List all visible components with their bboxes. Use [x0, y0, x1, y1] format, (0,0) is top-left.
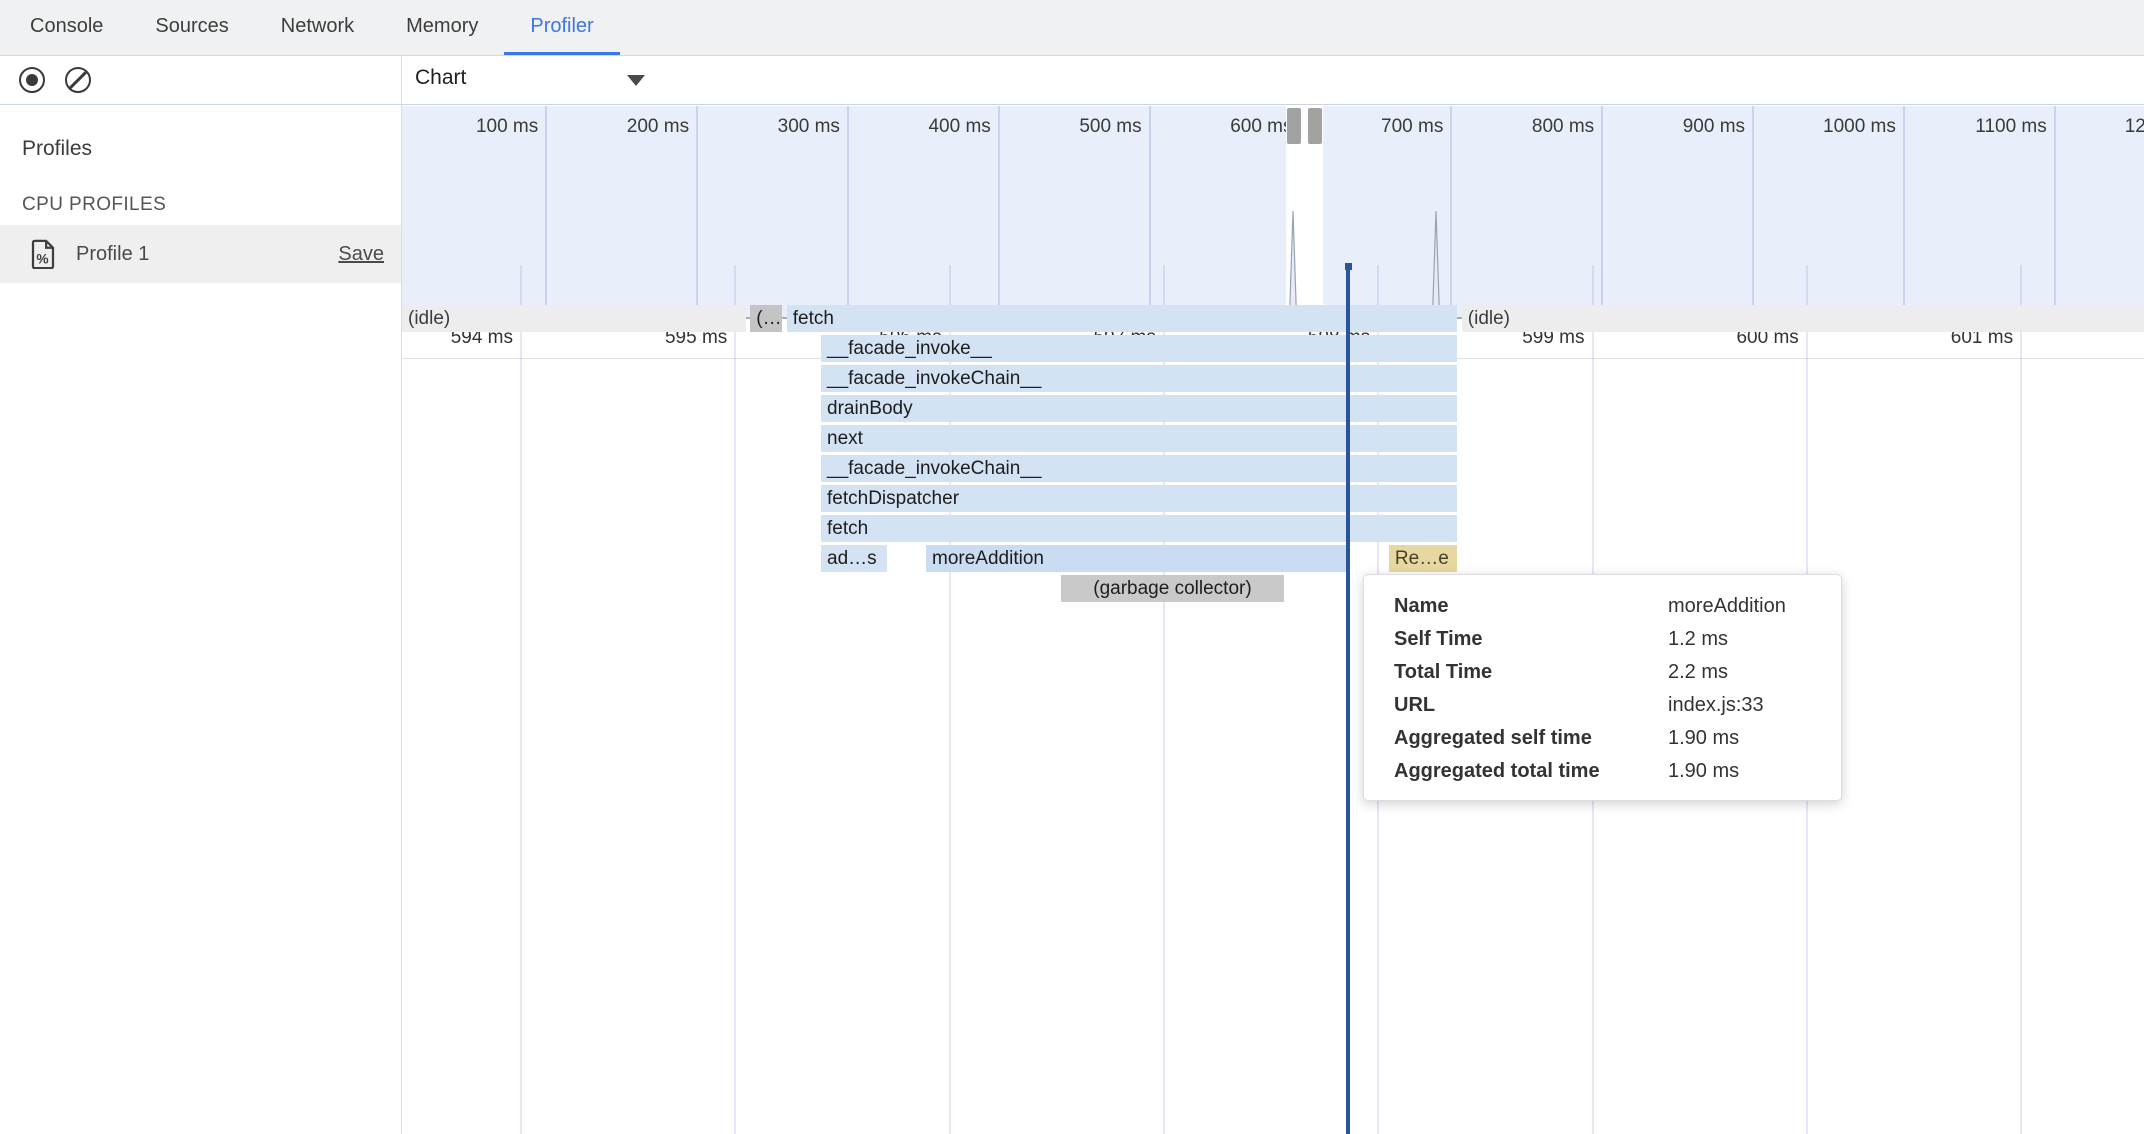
tooltip-label: URL — [1394, 694, 1668, 717]
flame-bar--garbage-collector-[interactable]: (garbage collector) — [1061, 575, 1284, 602]
flame-bar-drainbody[interactable]: drainBody — [821, 395, 1457, 422]
tooltip-row: NamemoreAddition — [1364, 590, 1841, 623]
tooltip-value: 2.2 ms — [1668, 661, 1728, 684]
flame-gridline — [520, 265, 522, 1134]
tooltip-value: 1.90 ms — [1668, 760, 1739, 783]
tooltip-value: 1.90 ms — [1668, 727, 1739, 750]
tooltip-row: Self Time1.2 ms — [1364, 623, 1841, 656]
profile-list-item[interactable]: % Profile 1 Save — [0, 225, 401, 283]
tooltip-row: Aggregated total time1.90 ms — [1364, 755, 1841, 788]
tab-network[interactable]: Network — [255, 0, 380, 55]
flame-bar--idle-[interactable]: (idle) — [1462, 305, 2144, 332]
tooltip-label: Aggregated total time — [1394, 760, 1668, 783]
tab-bar: ConsoleSourcesNetworkMemoryProfiler — [0, 0, 2144, 56]
record-profile-icon[interactable] — [19, 67, 45, 93]
svg-text:%: % — [36, 251, 48, 266]
flame-bar-fetch[interactable]: fetch — [821, 515, 1457, 542]
tab-memory[interactable]: Memory — [380, 0, 504, 55]
flame-gridline — [2020, 265, 2022, 1134]
flame-bar--[interactable]: (… — [750, 305, 782, 332]
tooltip-row: Aggregated self time1.90 ms — [1364, 722, 1841, 755]
flame-gridline — [734, 265, 736, 1134]
flame-bar--facade-invoke-[interactable]: __facade_invoke__ — [821, 335, 1457, 362]
tooltip-value: index.js:33 — [1668, 694, 1764, 717]
flame-bar-re-e[interactable]: Re…e — [1389, 545, 1458, 572]
tooltip-value: 1.2 ms — [1668, 628, 1728, 651]
profile-name: Profile 1 — [76, 243, 338, 266]
flame-bar--idle-[interactable]: (idle) — [402, 305, 746, 332]
tab-sources[interactable]: Sources — [129, 0, 254, 55]
clear-profiles-icon[interactable] — [65, 67, 91, 93]
flame-chart: 594 ms595 ms596 ms597 ms598 ms599 ms600 … — [402, 56, 2144, 1134]
profile-document-icon: % — [30, 239, 56, 269]
tooltip-label: Total Time — [1394, 661, 1668, 684]
tooltip-label: Name — [1394, 595, 1668, 618]
flame-bar--facade-invokechain-[interactable]: __facade_invokeChain__ — [821, 455, 1457, 482]
tooltip-value: moreAddition — [1668, 595, 1786, 618]
frame-tooltip: NamemoreAdditionSelf Time1.2 msTotal Tim… — [1363, 574, 1842, 801]
flame-bar-fetch[interactable]: fetch — [787, 305, 1458, 332]
flame-bar-moreaddition[interactable]: moreAddition — [926, 545, 1346, 572]
flame-bar-ad-s[interactable]: ad…s — [821, 545, 887, 572]
flame-bar-next[interactable]: next — [821, 425, 1457, 452]
tab-profiler[interactable]: Profiler — [504, 0, 619, 55]
web-inspector: ConsoleSourcesNetworkMemoryProfiler Prof… — [0, 0, 2144, 1134]
tooltip-label: Self Time — [1394, 628, 1668, 651]
profiles-title: Profiles — [22, 137, 92, 161]
cpu-profiles-section-title: CPU PROFILES — [22, 194, 166, 216]
tooltip-label: Aggregated self time — [1394, 727, 1668, 750]
flame-bar-fetchdispatcher[interactable]: fetchDispatcher — [821, 485, 1457, 512]
tooltip-row: URLindex.js:33 — [1364, 689, 1841, 722]
tooltip-row: Total Time2.2 ms — [1364, 656, 1841, 689]
playhead-line[interactable] — [1346, 265, 1350, 1134]
save-profile-link[interactable]: Save — [338, 243, 384, 266]
flame-bar--facade-invokechain-[interactable]: __facade_invokeChain__ — [821, 365, 1457, 392]
record-dot-icon — [26, 74, 38, 86]
profiler-controls — [0, 56, 401, 105]
tab-console[interactable]: Console — [4, 0, 129, 55]
profiler-main: Chart 100 ms200 ms300 ms400 ms500 ms600 … — [402, 56, 2144, 1134]
sidebar: Profiles CPU PROFILES % Profile 1 Save — [0, 56, 402, 1134]
